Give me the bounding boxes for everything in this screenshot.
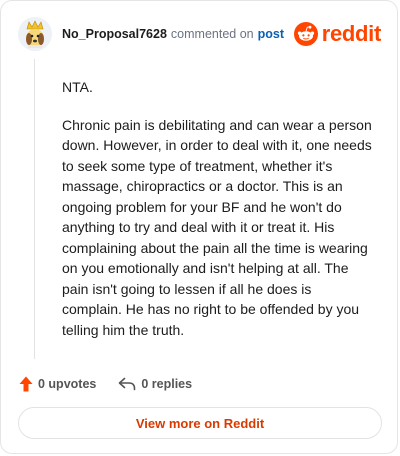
comment-actions: 0 upvotes 0 replies <box>19 374 192 394</box>
commented-on-text: commented on <box>170 27 254 41</box>
view-more-on-reddit-button[interactable]: View more on Reddit <box>18 407 382 439</box>
comment-paragraph: NTA. <box>62 79 93 95</box>
comment-meta: No_Proposal7628 commented on post <box>62 26 284 42</box>
post-link[interactable]: post <box>258 26 284 42</box>
thread-line <box>34 59 35 359</box>
comment-header: No_Proposal7628 commented on post reddit <box>18 17 381 51</box>
comment-card: No_Proposal7628 commented on post reddit… <box>0 0 398 454</box>
upvote-button[interactable]: 0 upvotes <box>19 376 96 392</box>
username[interactable]: No_Proposal7628 <box>62 26 167 42</box>
reply-arrow-icon <box>119 377 136 391</box>
comment-body: NTA. Chronic pain is debilitating and ca… <box>62 77 372 357</box>
upvote-arrow-icon <box>19 376 33 392</box>
reddit-brand[interactable]: reddit <box>293 17 382 51</box>
reddit-logo-icon <box>293 22 318 46</box>
avatar[interactable] <box>18 17 52 51</box>
reply-button[interactable]: 0 replies <box>118 377 192 391</box>
avatar-image <box>18 17 52 51</box>
comment-paragraph: Chronic pain is debilitating and can wea… <box>62 116 372 338</box>
reddit-wordmark: reddit <box>321 21 382 46</box>
reply-count: 0 replies <box>141 377 193 391</box>
upvote-count: 0 upvotes <box>38 377 97 391</box>
